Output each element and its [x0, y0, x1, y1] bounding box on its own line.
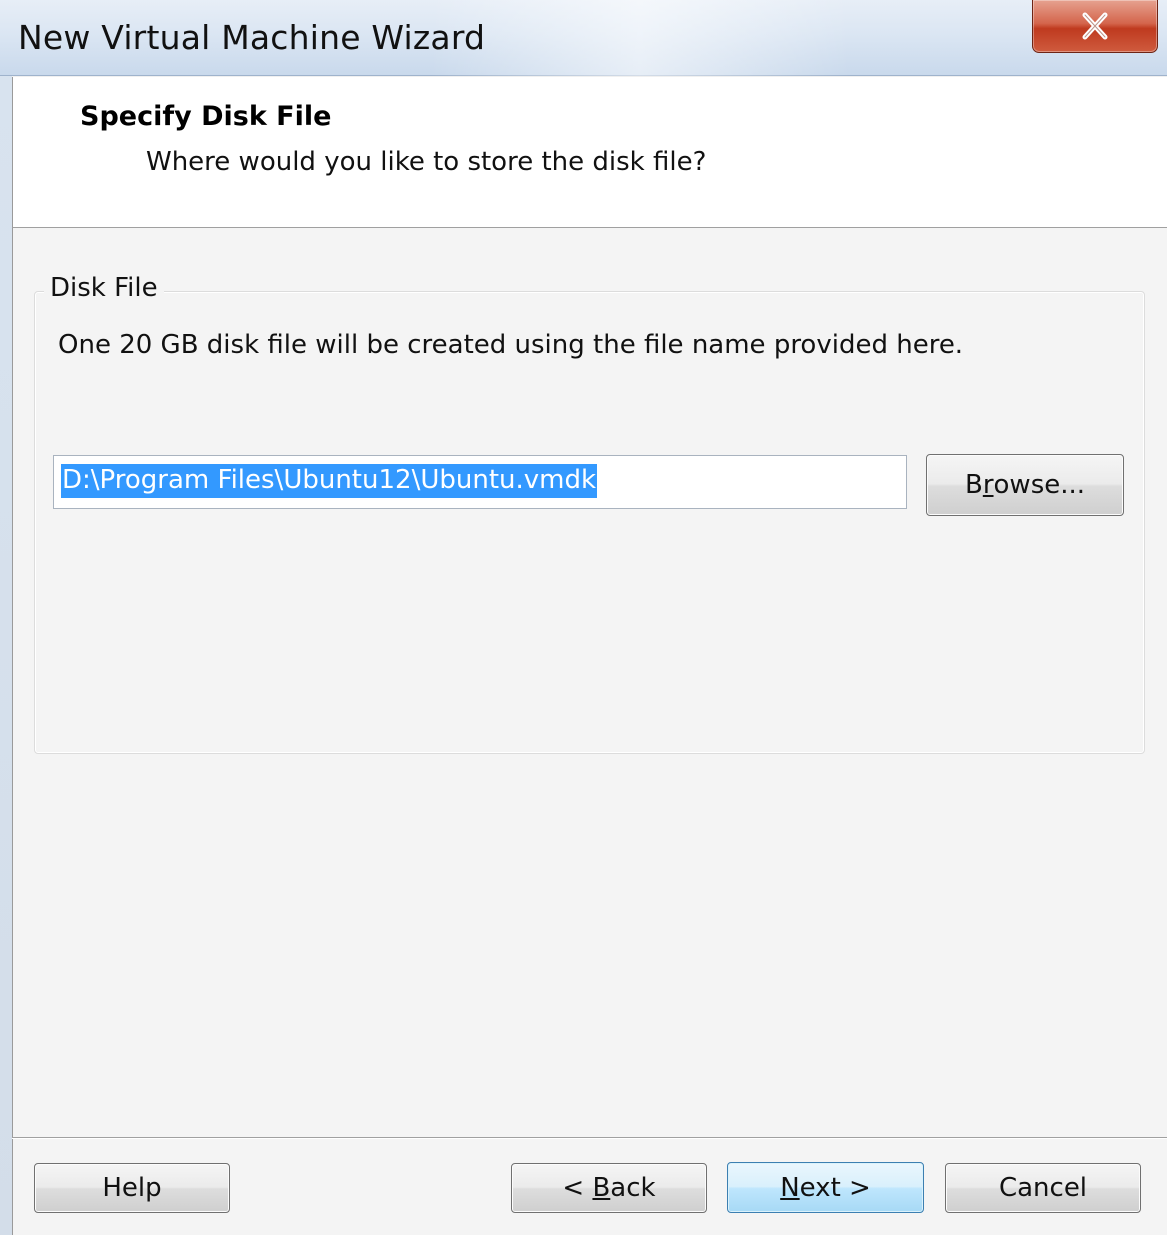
wizard-header: Specify Disk File Where would you like t… — [12, 77, 1167, 228]
page-title: Specify Disk File — [80, 101, 332, 132]
window-frame-left — [0, 76, 12, 1235]
disk-file-description: One 20 GB disk file will be created usin… — [58, 330, 964, 360]
next-label-mnemonic: N — [780, 1172, 800, 1203]
back-button[interactable]: < Back — [511, 1163, 707, 1213]
browse-label-pre: B — [964, 470, 983, 500]
next-label-post: ext > — [799, 1172, 871, 1203]
help-button[interactable]: Help — [34, 1163, 230, 1213]
browse-label-mnemonic: r — [982, 470, 994, 500]
browse-label-post: owse... — [993, 470, 1086, 500]
disk-file-path-input[interactable]: D:\Program Files\Ubuntu12\Ubuntu.vmdk — [53, 455, 907, 509]
back-label-pre: < — [562, 1173, 593, 1203]
window-title: New Virtual Machine Wizard — [18, 18, 486, 57]
wizard-body: Disk File One 20 GB disk file will be cr… — [12, 228, 1167, 1235]
cancel-label: Cancel — [998, 1173, 1088, 1203]
disk-file-legend: Disk File — [44, 273, 164, 303]
disk-file-groupbox — [34, 291, 1145, 754]
wizard-window: New Virtual Machine Wizard Specify Disk … — [0, 0, 1167, 1235]
back-label-mnemonic: B — [592, 1173, 611, 1203]
title-bar[interactable]: New Virtual Machine Wizard — [0, 0, 1167, 76]
page-subtitle: Where would you like to store the disk f… — [146, 147, 707, 177]
close-button[interactable] — [1032, 0, 1158, 53]
help-label: Help — [102, 1173, 162, 1203]
browse-button[interactable]: Br owse... — [926, 454, 1124, 516]
cancel-button[interactable]: Cancel — [945, 1163, 1141, 1213]
close-icon — [1082, 12, 1108, 40]
footer-divider — [12, 1137, 1167, 1139]
back-label-post: ack — [610, 1173, 656, 1203]
title-bar-sheen — [430, 0, 850, 76]
next-button[interactable]: Next > — [727, 1162, 924, 1213]
disk-file-path-value: D:\Program Files\Ubuntu12\Ubuntu.vmdk — [61, 464, 598, 498]
